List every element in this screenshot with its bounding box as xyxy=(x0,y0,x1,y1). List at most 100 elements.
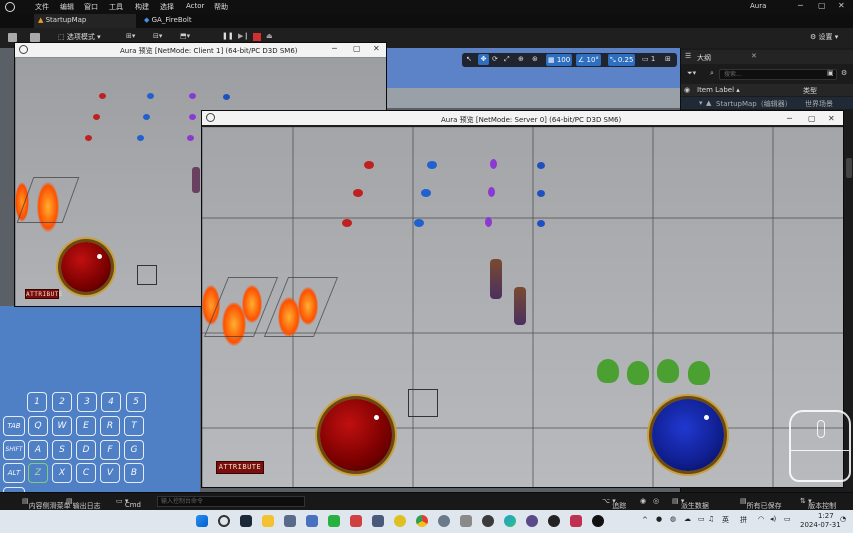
start-menu-icon[interactable] xyxy=(196,515,208,527)
calculator-icon[interactable] xyxy=(372,515,384,527)
ime-mode-indicator[interactable]: 拼 xyxy=(740,515,747,525)
menu-edit[interactable]: 编辑 xyxy=(60,2,74,12)
filter-icon[interactable]: ⏷▾ xyxy=(687,69,696,78)
close-icon[interactable]: ✕ xyxy=(828,114,835,123)
client-window-titlebar[interactable]: Aura 预览 [NetMode: Client 1] (64-bit/PC D… xyxy=(15,43,386,57)
menu-actor[interactable]: Actor xyxy=(186,2,204,10)
select-icon[interactable]: ↖ xyxy=(466,55,472,63)
notes-icon[interactable] xyxy=(394,515,406,527)
console-input[interactable]: 输入控制台命令 xyxy=(157,496,305,507)
calendar-icon[interactable] xyxy=(284,515,296,527)
menu-file[interactable]: 文件 xyxy=(35,2,49,12)
game-app-icon[interactable] xyxy=(460,515,472,527)
clock-time[interactable]: 1:27 xyxy=(818,512,834,520)
settings-button[interactable]: ⚙ 设置 ▾ xyxy=(810,32,838,42)
edge-icon[interactable] xyxy=(504,515,516,527)
media-icon[interactable] xyxy=(526,515,538,527)
app-icon[interactable] xyxy=(350,515,362,527)
attribute-button[interactable]: ATTRIBUTE xyxy=(216,461,264,474)
github-icon[interactable] xyxy=(548,515,560,527)
rotate-icon[interactable]: ⟳ xyxy=(492,55,498,63)
wifi-icon[interactable]: ◠ xyxy=(758,515,764,523)
minimize-icon[interactable]: ─ xyxy=(787,114,792,123)
move-icon[interactable]: ✥ xyxy=(478,54,489,65)
settings-icon[interactable] xyxy=(438,515,450,527)
content-icon[interactable] xyxy=(30,33,40,42)
record-icon[interactable]: ◉ xyxy=(640,497,646,505)
blueprint-menu-icon[interactable]: ⊟▾ xyxy=(153,32,162,40)
tray-display-icon[interactable]: ▭ xyxy=(698,515,705,523)
output-log-button[interactable]: ▤ 输出日志 xyxy=(66,497,101,510)
battery-icon[interactable]: ▭ xyxy=(784,515,791,523)
network-app-icon[interactable] xyxy=(306,515,318,527)
unreal-logo-icon[interactable] xyxy=(5,2,15,12)
tray-wechat-icon[interactable]: ◍ xyxy=(670,515,676,523)
maximize-icon[interactable]: ▢ xyxy=(353,44,361,53)
minimize-icon[interactable]: ─ xyxy=(332,44,337,53)
grid-snap-toggle[interactable]: ▦ 100 xyxy=(546,54,573,66)
menu-window[interactable]: 窗口 xyxy=(84,2,98,12)
server-preview-window[interactable]: Aura 预览 [NetMode: Server 0] (64-bit/PC D… xyxy=(201,110,844,488)
close-icon[interactable]: ✕ xyxy=(838,1,845,10)
close-icon[interactable]: ✕ xyxy=(751,52,757,60)
minimize-icon[interactable]: ─ xyxy=(798,1,803,10)
maximize-icon[interactable]: ▢ xyxy=(808,114,816,123)
menu-select[interactable]: 选择 xyxy=(160,2,174,12)
camera-icon[interactable]: ◎ xyxy=(653,497,659,505)
save-icon[interactable] xyxy=(8,33,17,42)
network-share-icon[interactable] xyxy=(482,515,494,527)
surface-snap-icon[interactable]: ⊛ xyxy=(532,55,538,63)
maximize-icon[interactable]: ▢ xyxy=(818,1,826,10)
server-window-titlebar[interactable]: Aura 预览 [NetMode: Server 0] (64-bit/PC D… xyxy=(202,111,843,125)
server-game-scene[interactable]: ATTRIBUTE xyxy=(202,127,843,487)
clock-date[interactable]: 2024-07-31 xyxy=(800,521,841,529)
outliner-row[interactable]: ▾ ▲ StartupMap（编辑器） 世界场景 xyxy=(681,97,853,109)
search-icon[interactable] xyxy=(218,515,230,527)
camera-speed-button[interactable]: ▭ 1 xyxy=(642,55,655,63)
close-icon[interactable]: ✕ xyxy=(373,44,380,53)
search-input[interactable]: 搜索... xyxy=(719,69,837,80)
trace-button[interactable]: ⌥ 追踪 ▾ xyxy=(602,497,626,510)
tray-cloud-icon[interactable]: ☁ xyxy=(684,515,691,523)
attribute-button[interactable]: ATTRIBUTE xyxy=(25,289,63,299)
unreal-engine-icon[interactable] xyxy=(592,515,604,527)
layout-icon[interactable]: ⊞ xyxy=(665,55,671,63)
ime-language-indicator[interactable]: 英 xyxy=(722,515,729,525)
stop-button[interactable] xyxy=(253,33,261,41)
menu-build[interactable]: 构建 xyxy=(135,2,149,12)
scale-icon[interactable]: ⤢ xyxy=(504,55,510,64)
menu-tools[interactable]: 工具 xyxy=(109,2,123,12)
item-label-column[interactable]: Item Label ▴ xyxy=(697,86,740,94)
scale-snap-toggle[interactable]: ⤡ 0.25 xyxy=(608,54,636,66)
all-saved-indicator[interactable]: ▤ 所有已保存 xyxy=(740,497,782,510)
wechat-icon[interactable] xyxy=(328,515,340,527)
add-actor-icon[interactable]: ⊞▾ xyxy=(126,32,135,40)
file-explorer-icon[interactable] xyxy=(262,515,274,527)
tab-ga-firebolt[interactable]: ◆ GA_FireBolt xyxy=(140,14,235,28)
outliner-scrollbar[interactable] xyxy=(846,158,852,178)
eject-button[interactable]: ⏏ xyxy=(266,32,273,40)
tray-app-icon[interactable]: ● xyxy=(656,515,662,523)
world-icon[interactable]: ⊕ xyxy=(518,55,524,63)
tray-chevron-icon[interactable]: ^ xyxy=(642,516,648,524)
volume-icon[interactable]: ◂) xyxy=(770,515,776,523)
source-control-button[interactable]: ⇅ 版本控制 ▾ xyxy=(800,497,836,510)
add-folder-icon[interactable]: ▣ xyxy=(827,69,834,77)
type-column[interactable]: 类型 xyxy=(803,86,817,96)
notification-icon[interactable]: ◔ xyxy=(840,515,846,523)
gear-icon[interactable]: ⚙ xyxy=(841,69,847,77)
recorder-icon[interactable] xyxy=(570,515,582,527)
cmd-dropdown[interactable]: ▭ Cmd ▾ xyxy=(116,497,141,509)
rotation-snap-toggle[interactable]: ∠ 10° xyxy=(576,54,601,66)
mode-dropdown[interactable]: ⬚ 选项模式 ▾ xyxy=(58,32,101,42)
chrome-icon[interactable] xyxy=(416,515,428,527)
derived-data-button[interactable]: ▤ 派生数据 ▾ xyxy=(672,497,709,510)
tray-mic-icon[interactable]: ♫ xyxy=(708,515,714,523)
menu-help[interactable]: 帮助 xyxy=(214,2,228,12)
step-button[interactable]: ▶❙ xyxy=(238,32,249,40)
visibility-icon[interactable]: ◉ xyxy=(684,86,690,94)
tab-startupmap[interactable]: ▲ StartupMap xyxy=(34,14,136,28)
steam-icon[interactable] xyxy=(240,515,252,527)
expand-icon[interactable]: ▾ xyxy=(699,99,703,107)
pause-button[interactable]: ❚❚ xyxy=(222,32,234,40)
